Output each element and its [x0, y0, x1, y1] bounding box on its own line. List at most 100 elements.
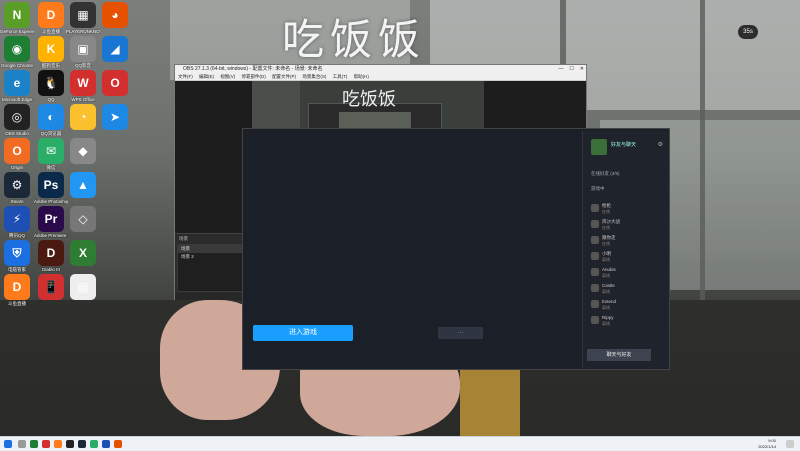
desktop-icon[interactable]: D 斗鱼直播 [34, 2, 68, 34]
desktop-icon[interactable]: 📱 [34, 274, 68, 301]
desktop-icon[interactable]: D Diablo III [34, 240, 68, 272]
app-icon: K [38, 36, 64, 62]
desktop-icon-label: WPS Office [71, 97, 95, 102]
app-icon: ◕ [102, 2, 128, 28]
wechat-icon[interactable] [90, 440, 98, 448]
desktop-icon[interactable]: ➤ [98, 104, 132, 131]
desktop-icon[interactable]: O Origin [0, 138, 34, 170]
desktop-icon[interactable]: ▤ [66, 274, 100, 301]
desktop-icon[interactable]: ◐ QQ浏览器 [34, 104, 68, 136]
desktop-icon[interactable]: X [66, 240, 100, 267]
desktop-icon[interactable]: ▲ [66, 172, 100, 199]
minimize-icon[interactable]: — [558, 65, 563, 73]
friend-item[interactable]: Rippy 离线 [591, 315, 661, 329]
maximize-icon[interactable]: ☐ [569, 65, 573, 73]
desktop-icon[interactable]: ⚙ Steam [0, 172, 34, 204]
search-icon[interactable] [18, 440, 26, 448]
menu-profile[interactable]: 配置文件(P) [272, 74, 296, 79]
desktop-icon-label: OBS Studio [5, 131, 29, 136]
app-icon: ⛨ [4, 240, 30, 266]
app-icon: O [4, 138, 30, 164]
desktop-icon[interactable]: ◇ [66, 206, 100, 233]
friends-panel: 好友与聊天 ⚙ 在线好友 (3/9) 游戏中 枪枪 在线 风沙大战 在线 跟你走在… [582, 131, 669, 368]
secondary-button[interactable]: ··· [438, 327, 483, 339]
app-icon: ▦ [70, 2, 96, 28]
app-icon: ◎ [4, 104, 30, 130]
menu-tools[interactable]: 工具(T) [333, 74, 348, 79]
app-icon[interactable] [114, 440, 122, 448]
menu-edit[interactable]: 编辑(E) [199, 74, 214, 79]
desktop-icon[interactable]: 🐧 QQ [34, 70, 68, 102]
app-icon: ◉ [4, 36, 30, 62]
desktop-icon-label: 斗鱼直播 [42, 29, 60, 34]
menu-file[interactable]: 文件(F) [178, 74, 193, 79]
desktop-icon[interactable]: NGeForce Experience [0, 2, 34, 34]
app-icon: ▣ [70, 36, 96, 62]
desktop-icon[interactable]: D 斗鱼直播 [0, 274, 34, 306]
enter-game-button[interactable]: 进入游戏 [253, 325, 353, 341]
friend-group[interactable]: 在线好友 (3/9) [591, 171, 620, 177]
desktop-icon[interactable]: ◢ [98, 36, 132, 63]
desktop-icon-label: QQ浏览器 [40, 131, 62, 136]
steam-icon[interactable] [78, 440, 86, 448]
friend-group[interactable]: 游戏中 [591, 186, 605, 192]
friend-item[interactable]: 枪枪 在线 [591, 203, 661, 217]
menu-help[interactable]: 帮助(H) [354, 74, 369, 79]
app-icon: ➤ [102, 104, 128, 130]
friend-item[interactable]: Anubis 离线 [591, 267, 661, 281]
menu-view[interactable]: 视图(V) [220, 74, 235, 79]
app-icon: ◔ [70, 104, 96, 130]
friend-item[interactable]: 风沙大战 在线 [591, 219, 661, 233]
obs-title-bar[interactable]: OBS 27.1.3 (64-bit, windows) - 配置文件: 未命名… [175, 65, 586, 73]
chat-button[interactable]: 聊天与好友 [587, 349, 651, 361]
qq-icon[interactable] [102, 440, 110, 448]
friend-item[interactable]: Extend 离线 [591, 299, 661, 313]
avatar[interactable] [591, 139, 607, 155]
desktop-icon-label: 微信 [46, 165, 56, 170]
desktop-icon[interactable]: ◕ [98, 2, 132, 29]
desktop-icon-label: GeForce Experience [0, 29, 34, 34]
app-icon: 🐧 [38, 70, 64, 96]
scenes-header: 场景 [179, 236, 188, 241]
app-icon: O [102, 70, 128, 96]
desktop-icon[interactable]: ✉ 微信 [34, 138, 68, 170]
desktop-icon[interactable]: e Microsoft Edge [0, 70, 34, 102]
desktop-icon[interactable]: ⚡ 腾讯QQ [0, 206, 34, 238]
desktop-icon[interactable]: K 酷狗音乐 [34, 36, 68, 68]
desktop-icon[interactable]: ◔ [66, 104, 100, 131]
desktop-icon[interactable]: ▣ QQ影音 [66, 36, 100, 68]
notification-icon[interactable] [786, 440, 794, 448]
desktop-icon[interactable]: Ps Adobe Photoshop [34, 172, 68, 204]
desktop-icon[interactable]: ⛨ 电脑管家 [0, 240, 34, 272]
app-icon: D [38, 2, 64, 28]
desktop-icon[interactable]: ◆ [66, 138, 100, 165]
menu-scene-collection[interactable]: 场景集合(S) [302, 74, 326, 79]
friend-item[interactable]: 跟你走 在线 [591, 235, 661, 249]
friend-item[interactable]: 小明 离线 [591, 251, 661, 265]
app-icon: ◇ [70, 206, 96, 232]
desktop-icon[interactable]: W WPS Office [66, 70, 100, 102]
app-icon: W [70, 70, 96, 96]
desktop-icon[interactable]: ◎ OBS Studio [0, 104, 34, 136]
close-icon[interactable]: ✕ [580, 65, 584, 73]
obs-icon[interactable] [66, 440, 74, 448]
desktop-icon-label: Adobe Premiere Pro [34, 233, 68, 238]
desktop-icon[interactable]: ◉ Google Chrome [0, 36, 34, 68]
friends-title: 好友与聊天 [611, 142, 637, 148]
opera-icon[interactable] [42, 440, 50, 448]
gear-icon[interactable]: ⚙ [658, 141, 663, 148]
desktop-icon[interactable]: O [98, 70, 132, 97]
taskbar-clock[interactable]: 9:00 2022/1/14 [758, 438, 776, 450]
desktop-icon[interactable]: PrAdobe Premiere Pro [34, 206, 68, 238]
desktop-icon[interactable]: ▦PLAYERUNKNOWN'S BATTLEGROUNDS [66, 2, 100, 34]
douyu-icon[interactable] [54, 440, 62, 448]
chrome-icon[interactable] [30, 440, 38, 448]
desktop-icon-label: Diablo III [42, 267, 60, 272]
app-icon: D [38, 240, 64, 266]
clock-date: 2022/1/14 [758, 444, 776, 449]
menu-docks[interactable]: 停靠部件(D) [242, 74, 266, 79]
desktop-icon-label: 电脑管家 [8, 267, 26, 272]
start-icon[interactable] [4, 440, 12, 448]
desktop-icon-label: Google Chrome [1, 63, 33, 68]
friend-item[interactable]: Castle 离线 [591, 283, 661, 297]
